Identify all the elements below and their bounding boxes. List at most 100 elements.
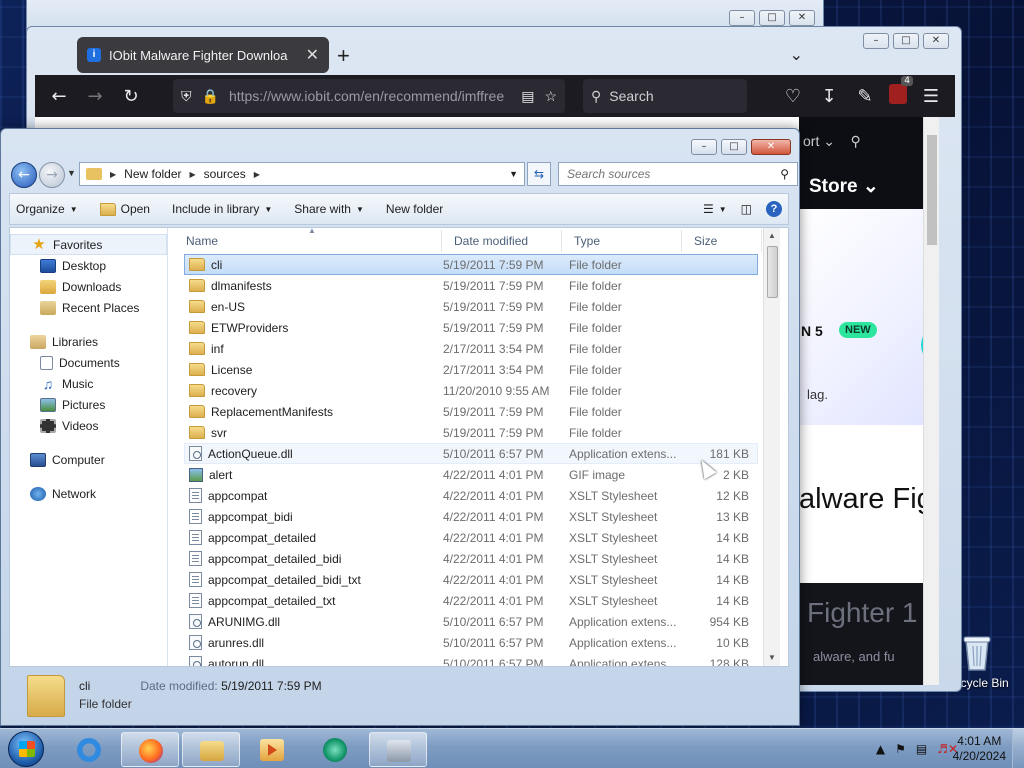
- sidebar-item-desktop[interactable]: Desktop: [10, 255, 167, 276]
- file-name-cell[interactable]: svr: [185, 426, 443, 440]
- file-name-cell[interactable]: appcompat_detailed_bidi: [185, 551, 443, 566]
- table-row[interactable]: inf 2/17/2011 3:54 PM File folder: [184, 338, 758, 359]
- taskbar-firefox[interactable]: [121, 732, 179, 767]
- sidebar-item-pictures[interactable]: Pictures: [10, 394, 167, 415]
- maximize-button[interactable]: □: [759, 10, 785, 26]
- nav-store-link[interactable]: Store ⌄: [809, 175, 879, 198]
- hamburger-menu-icon[interactable]: ☰: [913, 86, 949, 107]
- file-name[interactable]: en-US: [211, 300, 245, 314]
- show-hidden-icons-chevron-icon[interactable]: ▲: [876, 742, 885, 756]
- scroll-up-icon[interactable]: ▲: [764, 228, 780, 244]
- sidebar-item-network[interactable]: Network: [10, 483, 167, 504]
- file-name[interactable]: ReplacementManifests: [211, 405, 333, 419]
- file-name[interactable]: appcompat_detailed_bidi: [208, 552, 341, 566]
- show-desktop-button[interactable]: [1012, 729, 1024, 768]
- file-name-cell[interactable]: appcompat_bidi: [185, 509, 443, 524]
- breadcrumb-separator-icon[interactable]: ▶: [110, 170, 116, 179]
- url-bar[interactable]: ⛨ 🔒 https://www.iobit.com/en/recommend/i…: [173, 79, 565, 113]
- file-name-cell[interactable]: recovery: [185, 384, 443, 398]
- table-row[interactable]: recovery 11/20/2010 9:55 AM File folder: [184, 380, 758, 401]
- file-name-cell[interactable]: dlmanifests: [185, 279, 443, 293]
- network-status-icon[interactable]: ▤: [916, 742, 927, 756]
- taskbar-internet-explorer[interactable]: [60, 732, 118, 767]
- table-row[interactable]: appcompat_detailed 4/22/2011 4:01 PM XSLT …: [184, 527, 758, 548]
- table-row[interactable]: dlmanifests 5/19/2011 7:59 PM File folder: [184, 275, 758, 296]
- reload-icon[interactable]: ↻: [113, 86, 149, 107]
- table-row[interactable]: appcompat_detailed_bidi 4/22/2011 4:01 PM…: [184, 548, 758, 569]
- breadcrumb-separator-icon[interactable]: ▶: [190, 170, 196, 179]
- sidebar-item-computer[interactable]: Computer: [10, 449, 167, 470]
- lock-icon[interactable]: 🔒: [202, 88, 219, 105]
- forward-button[interactable]: →: [39, 162, 65, 188]
- breadcrumb-new-folder[interactable]: New folder: [124, 167, 181, 181]
- table-row[interactable]: appcompat 4/22/2011 4:01 PM XSLT Styleshee…: [184, 485, 758, 506]
- browser-search-box[interactable]: ⚲ Search: [583, 79, 747, 113]
- url-text[interactable]: https://www.iobit.com/en/recommend/imffr…: [229, 88, 511, 104]
- back-arrow-icon[interactable]: ←: [41, 86, 77, 107]
- search-box[interactable]: ⚲: [558, 162, 798, 186]
- file-name[interactable]: ETWProviders: [211, 321, 288, 335]
- browser-tab[interactable]: i IObit Malware Fighter Downloa ✕: [77, 37, 329, 73]
- minimize-button[interactable]: –: [729, 10, 755, 26]
- file-name-cell[interactable]: en-US: [185, 300, 443, 314]
- pocket-icon[interactable]: ♡: [775, 86, 811, 107]
- downloads-icon[interactable]: ↧: [811, 86, 847, 107]
- search-input[interactable]: [567, 167, 767, 181]
- recent-pages-chevron-icon[interactable]: ▼: [67, 168, 76, 178]
- table-row[interactable]: ARUNIMG.dll 5/10/2011 6:57 PM Application …: [184, 611, 758, 632]
- table-row[interactable]: alert 4/22/2011 4:01 PM GIF image 2 KB: [184, 464, 758, 485]
- preview-pane-icon[interactable]: ◫: [741, 202, 752, 216]
- forward-arrow-icon[interactable]: →: [77, 86, 113, 107]
- file-name[interactable]: svr: [211, 426, 227, 440]
- file-name-cell[interactable]: autorun.dll: [185, 656, 443, 666]
- file-name-cell[interactable]: alert: [185, 467, 443, 482]
- breadcrumb-separator-icon[interactable]: ▶: [254, 170, 260, 179]
- page-scrollbar-thumb[interactable]: [927, 135, 937, 245]
- ublock-extension-button[interactable]: 4: [883, 75, 913, 109]
- file-name-cell[interactable]: ReplacementManifests: [185, 405, 443, 419]
- file-name[interactable]: ARUNIMG.dll: [208, 615, 280, 629]
- extensions-puzzle-icon[interactable]: ✎: [847, 86, 883, 107]
- file-name-cell[interactable]: appcompat_detailed_bidi_txt: [185, 572, 443, 587]
- file-name[interactable]: recovery: [211, 384, 257, 398]
- sidebar-item-libraries[interactable]: Libraries: [10, 331, 167, 352]
- file-name[interactable]: appcompat_bidi: [208, 510, 293, 524]
- table-row[interactable]: svr 5/19/2011 7:59 PM File folder: [184, 422, 758, 443]
- column-date-modified[interactable]: Date modified: [442, 229, 562, 252]
- explorer-minimize-button[interactable]: –: [691, 139, 717, 155]
- address-dropdown-icon[interactable]: ▼: [509, 169, 518, 179]
- taskbar-media-player[interactable]: [243, 732, 301, 767]
- scroll-down-icon[interactable]: ▼: [764, 650, 780, 666]
- table-row[interactable]: autorun.dll 5/10/2011 6:57 PM Application …: [184, 653, 758, 666]
- file-name-cell[interactable]: appcompat_detailed: [185, 530, 443, 545]
- sidebar-item-music[interactable]: ♫ Music: [10, 373, 167, 394]
- address-bar[interactable]: ▶ New folder ▶ sources ▶ ▼: [79, 162, 525, 186]
- file-name[interactable]: appcompat_detailed_bidi_txt: [208, 573, 361, 587]
- file-name[interactable]: dlmanifests: [211, 279, 272, 293]
- table-row[interactable]: ActionQueue.dll 5/10/2011 6:57 PM Applicat…: [184, 443, 758, 464]
- taskbar-explorer[interactable]: [182, 732, 240, 767]
- help-icon[interactable]: ?: [766, 201, 782, 217]
- tracking-shield-icon[interactable]: ⛨: [181, 88, 192, 105]
- file-name[interactable]: autorun.dll: [208, 657, 264, 667]
- table-row[interactable]: ETWProviders 5/19/2011 7:59 PM File folder: [184, 317, 758, 338]
- sidebar-item-videos[interactable]: Videos: [10, 415, 167, 436]
- file-name-cell[interactable]: ActionQueue.dll: [185, 446, 443, 461]
- taskbar-installer[interactable]: [369, 732, 427, 767]
- table-row[interactable]: en-US 5/19/2011 7:59 PM File folder: [184, 296, 758, 317]
- table-row[interactable]: arunres.dll 5/10/2011 6:57 PM Application …: [184, 632, 758, 653]
- back-button[interactable]: ←: [11, 162, 37, 188]
- change-view-button[interactable]: ☰ ▼: [703, 202, 727, 216]
- file-name-cell[interactable]: License: [185, 363, 443, 377]
- column-type[interactable]: Type: [562, 229, 682, 252]
- sidebar-item-favorites[interactable]: ★ Favorites: [10, 234, 167, 255]
- start-button[interactable]: [8, 731, 44, 767]
- file-name[interactable]: License: [211, 363, 252, 377]
- breadcrumb-sources[interactable]: sources: [204, 167, 246, 181]
- table-row[interactable]: License 2/17/2011 3:54 PM File folder: [184, 359, 758, 380]
- file-name[interactable]: inf: [211, 342, 224, 356]
- scrollbar-thumb[interactable]: [767, 246, 778, 298]
- sidebar-item-recent-places[interactable]: Recent Places: [10, 297, 167, 318]
- sidebar-item-documents[interactable]: Documents: [10, 352, 167, 373]
- include-in-library-button[interactable]: Include in library ▼: [172, 202, 272, 216]
